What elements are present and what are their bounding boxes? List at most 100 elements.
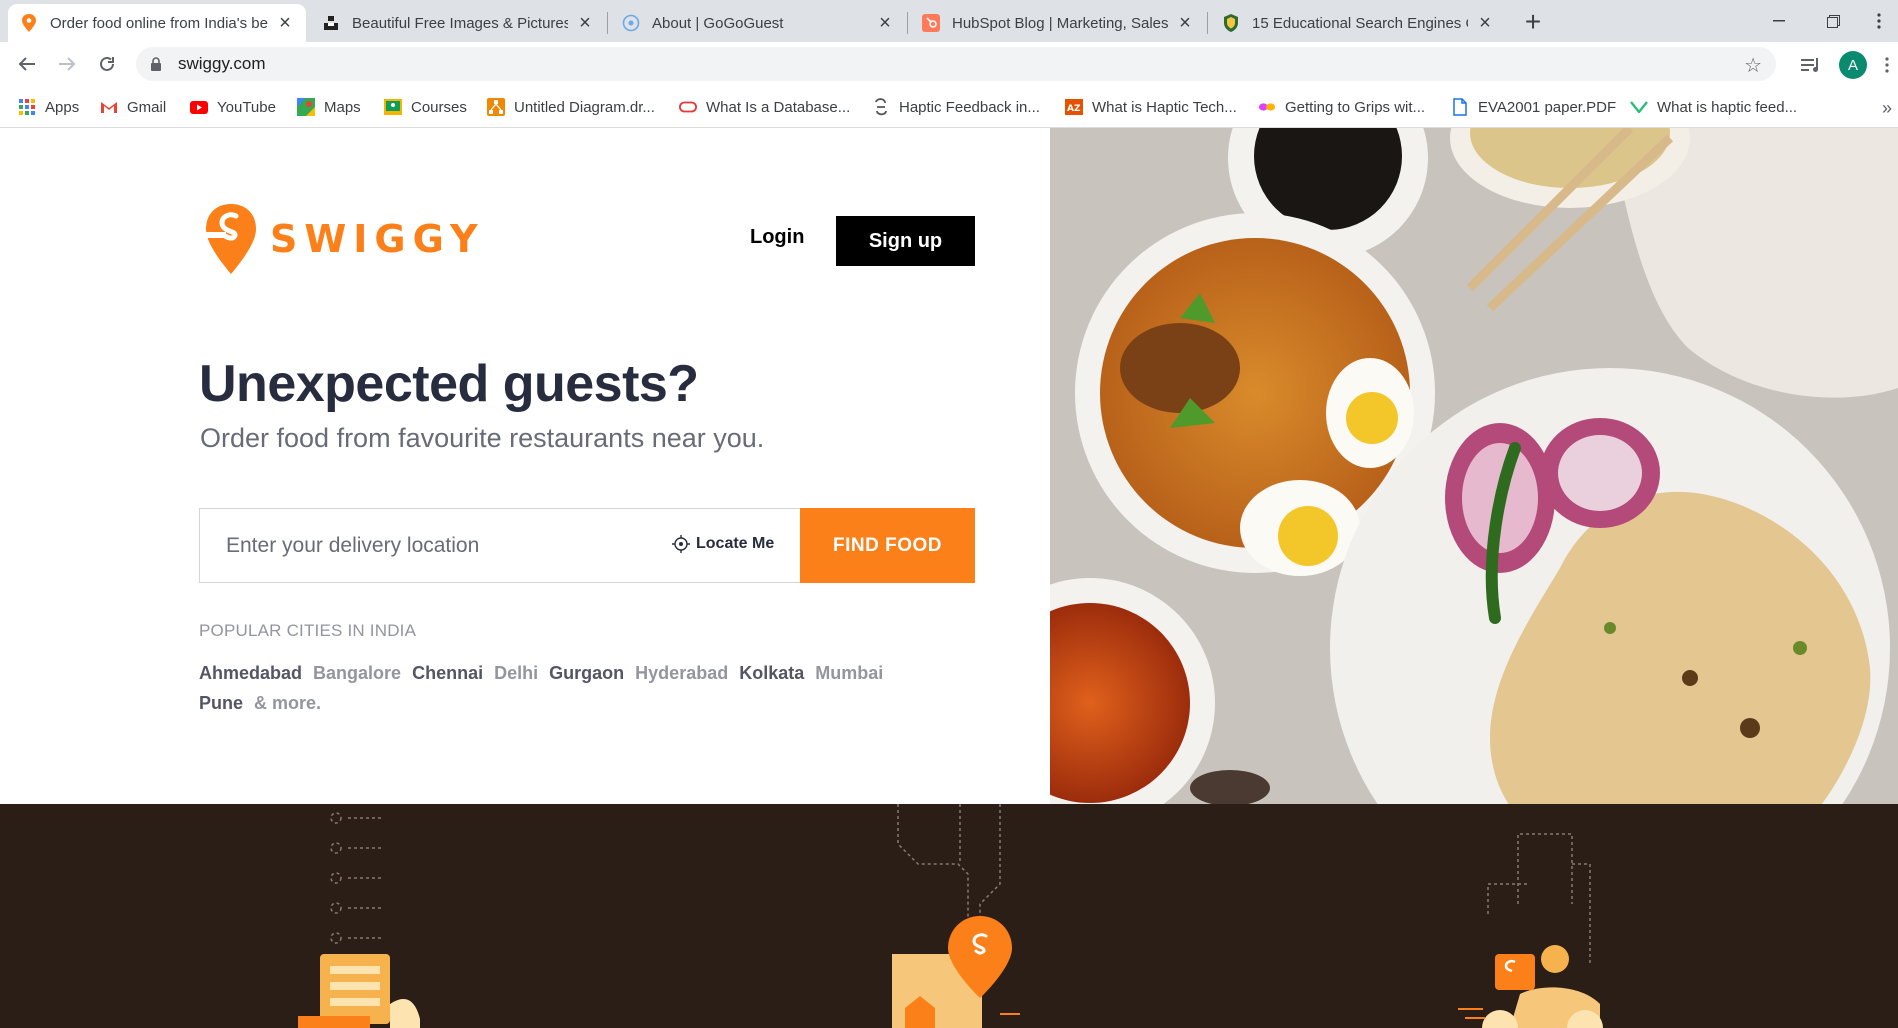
bookmark-label: What is haptic feed... — [1657, 98, 1798, 116]
close-tab-icon[interactable]: × — [576, 12, 594, 35]
chevron-logo-icon — [1630, 98, 1648, 116]
more-cities-link[interactable]: & more. — [254, 693, 321, 713]
bookmarks-overflow-icon[interactable]: » — [1882, 98, 1892, 119]
unsplash-icon — [322, 14, 340, 32]
find-food-button[interactable]: FIND FOOD — [800, 508, 975, 583]
bookmark-label: Maps — [324, 98, 361, 116]
location-pin-illustration — [892, 804, 1020, 1028]
youtube-icon — [190, 98, 208, 116]
bookmark-database[interactable]: What Is a Database... — [679, 96, 850, 118]
features-illustrations — [298, 804, 1603, 1028]
address-bar[interactable]: swiggy.com ☆ — [136, 47, 1776, 81]
tab-educational-search[interactable]: 15 Educational Search Engines Co × — [1210, 4, 1506, 42]
hero-title: Unexpected guests? — [199, 355, 699, 413]
tab-hubspot[interactable]: HubSpot Blog | Marketing, Sales, Agency … — [910, 4, 1206, 42]
tab-separator — [1207, 12, 1208, 34]
menu-icon[interactable] — [1880, 52, 1894, 78]
tab-separator — [907, 12, 908, 34]
minimize-button[interactable] — [1752, 0, 1806, 42]
restore-button[interactable] — [1806, 0, 1860, 42]
bookmarks-bar: Apps Gmail YouTube Maps Courses Untitled… — [0, 86, 1898, 128]
city-link[interactable]: Mumbai — [815, 663, 883, 683]
swiggy-pin-icon — [206, 204, 256, 274]
bookmark-label: What is Haptic Tech... — [1092, 98, 1237, 116]
hero-food-image — [1050, 128, 1898, 804]
forward-button[interactable] — [53, 50, 81, 78]
az-icon: AZ — [1065, 98, 1083, 116]
bookmark-drawio[interactable]: Untitled Diagram.dr... — [487, 96, 655, 118]
link-icon — [872, 98, 890, 116]
oracle-icon — [679, 98, 697, 116]
locate-me-button[interactable]: Locate Me — [672, 535, 774, 553]
city-link[interactable]: Pune — [199, 693, 243, 713]
bookmark-label: Haptic Feedback in... — [899, 98, 1040, 116]
tab-gogoguest[interactable]: About | GoGoGuest × — [610, 4, 906, 42]
bookmark-maps[interactable]: Maps — [297, 96, 361, 118]
city-link[interactable]: Gurgaon — [549, 663, 624, 683]
drawio-icon — [487, 98, 505, 116]
profile-avatar[interactable]: A — [1839, 51, 1867, 79]
reload-button[interactable] — [93, 50, 121, 78]
hero-subtitle: Order food from favourite restaurants ne… — [200, 423, 765, 453]
close-tab-icon[interactable]: × — [1176, 12, 1194, 35]
tab-title: HubSpot Blog | Marketing, Sales, Agency — [952, 14, 1168, 32]
bookmark-haptic-tech[interactable]: AZ What is Haptic Tech... — [1065, 96, 1237, 118]
bookmark-label: Gmail — [127, 98, 167, 116]
login-button[interactable]: Login — [750, 226, 804, 249]
bookmark-gmail[interactable]: Gmail — [100, 96, 166, 118]
city-link[interactable]: Chennai — [412, 663, 483, 683]
apps-grid-icon — [18, 98, 36, 116]
document-icon — [1451, 98, 1469, 116]
new-tab-button[interactable]: + — [1516, 6, 1550, 40]
bookmark-haptic-feed[interactable]: What is haptic feed... — [1630, 96, 1797, 118]
reading-list-icon[interactable] — [1798, 52, 1824, 78]
close-tab-icon[interactable]: × — [1476, 12, 1494, 35]
bookmark-getting-to-grips[interactable]: Getting to Grips wit... — [1258, 96, 1425, 118]
back-button[interactable] — [13, 50, 41, 78]
bookmark-label: Courses — [411, 98, 467, 116]
bookmark-label: YouTube — [217, 98, 276, 116]
svg-text:AZ: AZ — [1067, 104, 1081, 114]
popular-cities-list: Ahmedabad Bangalore Chennai Delhi Gurgao… — [199, 658, 919, 718]
hubspot-icon — [922, 14, 940, 32]
bookmark-label: Getting to Grips wit... — [1285, 98, 1426, 116]
city-link[interactable]: Kolkata — [739, 663, 804, 683]
delivery-rider-illustration — [1458, 833, 1603, 1028]
swiggy-icon — [20, 14, 38, 32]
order-list-illustration — [298, 812, 420, 1028]
bookmark-star-icon[interactable]: ☆ — [1744, 53, 1762, 78]
glasses-icon — [1258, 98, 1276, 116]
hero-panel: SWIGGY Login Sign up Unexpected guests? … — [0, 128, 1050, 804]
close-tab-icon[interactable]: × — [276, 12, 294, 35]
gmail-icon — [100, 98, 118, 116]
city-link[interactable]: Bangalore — [313, 663, 401, 683]
bookmark-apps[interactable]: Apps — [18, 96, 79, 118]
city-link[interactable]: Hyderabad — [635, 663, 728, 683]
bookmark-youtube[interactable]: YouTube — [190, 96, 276, 118]
features-band — [0, 804, 1898, 1028]
tab-swiggy[interactable]: Order food online from India's best × — [8, 4, 306, 42]
bookmark-courses[interactable]: Courses — [384, 96, 467, 118]
tab-unsplash[interactable]: Beautiful Free Images & Pictures | Unspl… — [310, 4, 606, 42]
gogoguest-icon — [622, 14, 640, 32]
tab-title: Beautiful Free Images & Pictures | Unspl… — [352, 14, 568, 32]
delivery-location-input[interactable] — [226, 529, 646, 563]
city-link[interactable]: Delhi — [494, 663, 538, 683]
close-tab-icon[interactable]: × — [876, 12, 894, 35]
city-link[interactable]: Ahmedabad — [199, 663, 302, 683]
shield-icon — [1222, 14, 1240, 32]
close-window-button[interactable] — [1860, 0, 1898, 42]
bookmark-label: EVA2001 paper.PDF — [1478, 98, 1617, 116]
bookmark-label: What Is a Database... — [706, 98, 851, 116]
bookmark-haptic-feedback[interactable]: Haptic Feedback in... — [872, 96, 1040, 118]
swiggy-logo[interactable]: SWIGGY — [206, 204, 484, 274]
url-text: swiggy.com — [178, 54, 266, 73]
bookmark-eva-paper[interactable]: EVA2001 paper.PDF — [1451, 96, 1616, 118]
logo-text: SWIGGY — [270, 217, 485, 261]
bookmark-label: Apps — [45, 98, 80, 116]
tab-title: Order food online from India's best — [50, 14, 268, 32]
crosshair-icon — [672, 535, 690, 553]
signup-button[interactable]: Sign up — [836, 216, 975, 266]
popular-cities-title: POPULAR CITIES IN INDIA — [199, 621, 417, 640]
maps-icon — [297, 98, 315, 116]
